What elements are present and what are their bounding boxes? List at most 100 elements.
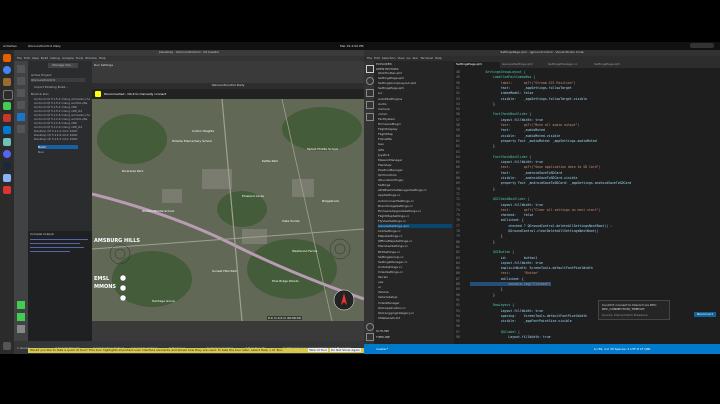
settings-icon[interactable]: [3, 186, 11, 194]
welcome-mode-icon[interactable]: [17, 65, 25, 73]
apps-icon[interactable]: [3, 342, 11, 350]
explorer-item[interactable]: QmlControls: [378, 173, 397, 177]
explorer-item[interactable]: FactSystem: [378, 117, 395, 121]
explorer-item[interactable]: Vehicle: [378, 290, 389, 294]
explorer-item[interactable]: GeneralSettings.qml: [378, 224, 452, 228]
run-icon[interactable]: [17, 301, 25, 309]
menu-analyze[interactable]: Analyze: [62, 56, 74, 60]
explorer-item[interactable]: PositionManager: [378, 168, 403, 172]
explorer-item[interactable]: QtLocationPlugin: [378, 178, 403, 182]
extensions-icon[interactable]: [366, 113, 374, 121]
explorer-item[interactable]: PlanViewSettings.cc: [378, 244, 408, 248]
explorer-item[interactable]: CMakeLists.txt: [378, 316, 400, 320]
files-icon[interactable]: [3, 78, 11, 86]
explorer-item[interactable]: QGCApplication.cc: [378, 306, 406, 310]
menu-tools[interactable]: Tools: [76, 56, 83, 60]
explorer-item[interactable]: FirmwarePlugin: [378, 122, 401, 126]
vsc-menu-help[interactable]: Help: [435, 56, 442, 60]
design-mode-icon[interactable]: [17, 89, 25, 97]
explorer-item[interactable]: PlanView: [378, 163, 392, 167]
search-icon[interactable]: [366, 77, 374, 85]
edit-mode-icon[interactable]: [17, 77, 25, 85]
help-mode-icon[interactable]: [17, 125, 25, 133]
explorer-item[interactable]: FlightDisplay: [378, 127, 397, 131]
vsc-menu-edit[interactable]: Edit: [374, 56, 380, 60]
explorer-item[interactable]: UnitsSettings.cc: [378, 265, 402, 269]
firefox-icon[interactable]: [3, 54, 11, 62]
vsc-menu-view[interactable]: View: [397, 56, 404, 60]
menu-debug[interactable]: Debug: [50, 56, 60, 60]
explorer-item[interactable]: Joystick: [378, 153, 389, 157]
record-icon[interactable]: [3, 114, 11, 122]
timeline-header[interactable]: TIMELINE: [376, 335, 390, 339]
explorer-item[interactable]: src: [378, 91, 382, 95]
menu-edit[interactable]: Edit: [24, 56, 30, 60]
account-icon[interactable]: [366, 323, 374, 331]
vscode-code-editor[interactable]: 48 SettingsGroupLayout {49 LabelledFactC…: [454, 68, 720, 344]
build-icon[interactable]: [17, 325, 25, 333]
run-debug-icon[interactable]: [366, 101, 374, 109]
kit-run-item[interactable]: Run: [38, 150, 44, 154]
explorer-item[interactable]: VideoManager: [378, 301, 400, 305]
explorer-item[interactable]: QGCToolbar.qml: [378, 71, 402, 75]
kit-item[interactable]: Desktop Qt 5.15.2 GCC 64bit: [34, 137, 90, 141]
explorer-item[interactable]: comm: [378, 112, 387, 116]
clock[interactable]: Mar 29 2:00 PM: [340, 44, 363, 48]
steam-icon[interactable]: [3, 162, 11, 170]
explorer-item[interactable]: FollowMe: [378, 137, 392, 141]
explorer-item[interactable]: SettingsGroup.cc: [378, 255, 404, 259]
explorer-item[interactable]: GPS: [378, 148, 384, 152]
take-tour-button[interactable]: Take UI Tour: [308, 348, 328, 352]
git-branch[interactable]: master*: [376, 347, 388, 351]
qtcreator-icon[interactable]: [3, 102, 11, 110]
explorer-item[interactable]: FlightMapSettings.cc: [378, 214, 409, 218]
vsc-menu-run[interactable]: Run: [413, 56, 419, 60]
activities-button[interactable]: Activities: [3, 44, 17, 48]
system-tray[interactable]: [690, 43, 714, 48]
explorer-item[interactable]: QGCLoggingCategory.cc: [378, 311, 414, 315]
do-not-show-button[interactable]: Do Not Show Again: [330, 348, 361, 352]
connection-status[interactable]: Disconnected - Click to manually connect: [104, 92, 166, 96]
explorer-item[interactable]: Camera: [378, 107, 390, 111]
chrome-icon[interactable]: [3, 66, 11, 74]
explorer-item[interactable]: SettingsManager.cc: [378, 260, 407, 264]
qgc-icon[interactable]: [3, 174, 11, 182]
vsc-menu-go[interactable]: Go: [406, 56, 410, 60]
explorer-item[interactable]: Settings: [378, 183, 390, 187]
import-build-button[interactable]: Import Existing Build...: [34, 85, 68, 89]
explorer-item[interactable]: MapsSettings.cc: [378, 234, 402, 238]
active-project-select[interactable]: QGroundControl: [31, 78, 85, 82]
vsc-menu-selection[interactable]: Selection: [382, 56, 396, 60]
reconnect-button[interactable]: Reconnect: [694, 312, 716, 317]
explorer-item[interactable]: FirmwareUpgradeSettings.cc: [378, 209, 421, 213]
menu-build[interactable]: Build: [41, 56, 49, 60]
explorer-item[interactable]: AppSettings.cc: [378, 193, 400, 197]
discord-icon[interactable]: [3, 150, 11, 158]
explorer-item[interactable]: BrandImageSettings.cc: [378, 204, 413, 208]
debug-mode-icon[interactable]: [17, 101, 25, 109]
explorer-item[interactable]: Geo: [378, 142, 384, 146]
explorer-item[interactable]: FlyViewSettings.cc: [378, 219, 406, 223]
menu-file[interactable]: File: [17, 56, 22, 60]
explorer-item[interactable]: MissionManager: [378, 158, 402, 162]
explorer-item[interactable]: VideoSettings.cc: [378, 270, 403, 274]
qgc-logo-icon[interactable]: [95, 91, 101, 97]
projects-mode-icon[interactable]: [17, 113, 25, 121]
vsc-menu-terminal[interactable]: Terminal: [420, 56, 433, 60]
source-control-icon[interactable]: [366, 89, 374, 97]
explorer-icon[interactable]: [366, 65, 374, 73]
vscode-icon[interactable]: [3, 126, 11, 134]
menu-view[interactable]: View: [32, 56, 39, 60]
explorer-item[interactable]: Audio: [378, 102, 387, 106]
outline-header[interactable]: OUTLINE: [376, 329, 389, 333]
explorer-item[interactable]: LinkSettings.cc: [378, 229, 401, 233]
menu-window[interactable]: Window: [85, 56, 97, 60]
active-app-label[interactable]: QGroundControl Daily: [28, 44, 61, 48]
debug-run-icon[interactable]: [17, 313, 25, 321]
explorer-item[interactable]: RTKSettings.cc: [378, 250, 400, 254]
manage-kits-button[interactable]: Manage Kits...: [48, 63, 78, 68]
vsc-menu-file[interactable]: File: [367, 56, 372, 60]
menu-help[interactable]: Help: [99, 56, 106, 60]
explorer-item[interactable]: ADSBVehicleManagerSettings.cc: [378, 188, 427, 192]
explorer-item[interactable]: ui: [378, 285, 381, 289]
